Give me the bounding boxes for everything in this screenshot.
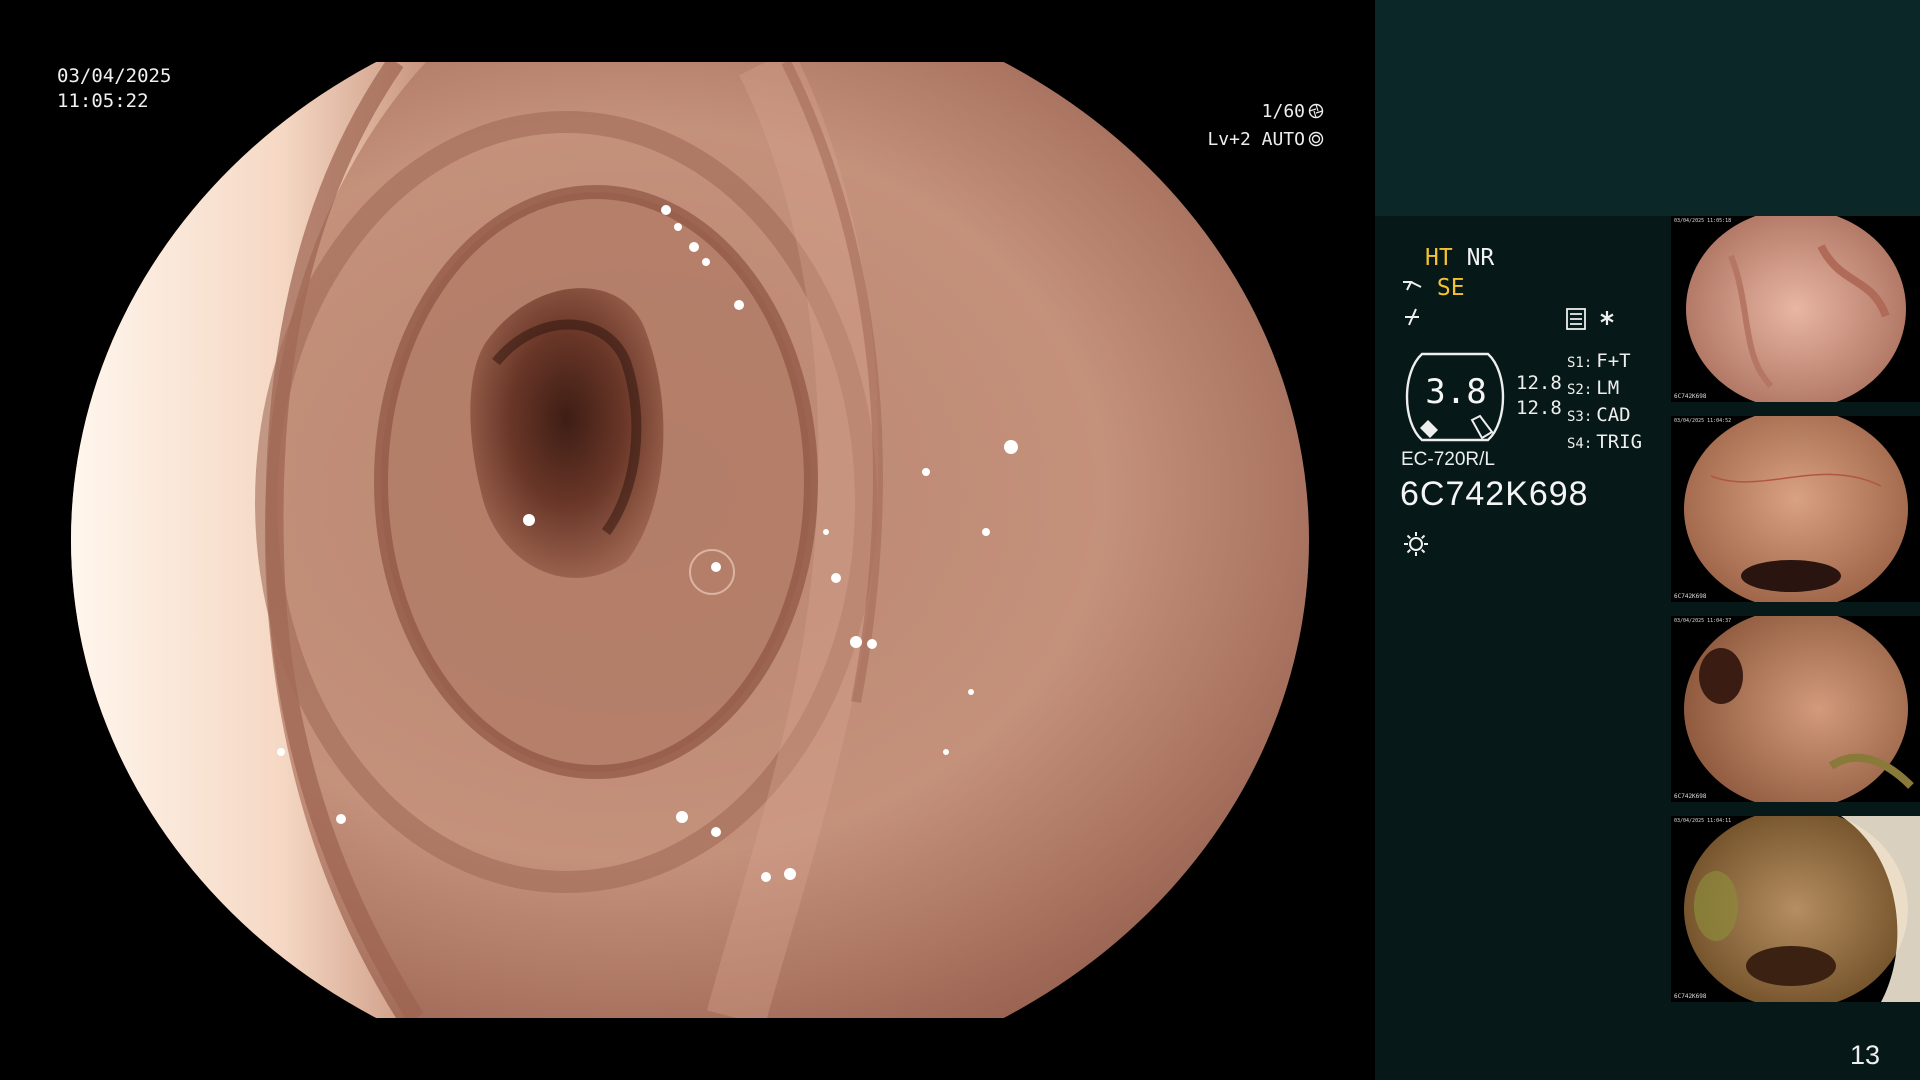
thumb-info: 03/04/2025 11:04:37 <box>1674 618 1732 624</box>
exposure-readout: 1/60 Lv+2 AUTO <box>1170 98 1324 154</box>
slot-row: S4: TRIG <box>1567 431 1643 453</box>
level-text: Lv+2 AUTO <box>1207 129 1305 150</box>
zoom-bottom: 12.8 <box>1516 397 1562 419</box>
scope-serial: 6C742K698 <box>1400 475 1589 513</box>
endoscope-live-image <box>70 62 1310 1018</box>
structure-icon <box>1401 275 1437 301</box>
capture-thumbnail[interactable]: 03/04/2025 11:04:52 6C742K698 <box>1671 416 1920 602</box>
mode-line-2: SE <box>1401 274 1465 302</box>
zoom-top: 12.8 <box>1516 372 1562 394</box>
mode-se: SE <box>1436 275 1465 301</box>
slot-row: S1: F+T <box>1567 350 1631 372</box>
asterisk-icon <box>1597 308 1617 332</box>
shutter-text: 1/60 <box>1261 101 1305 122</box>
mode-ht: HT <box>1425 245 1453 271</box>
shutter-icon <box>1308 100 1324 119</box>
mode-nr: NR <box>1466 245 1495 271</box>
thumb-id: 6C742K698 <box>1674 393 1707 400</box>
slot-row: S3: CAD <box>1567 404 1631 426</box>
thumb-id: 6C742K698 <box>1674 793 1707 800</box>
auto-iris-icon <box>1308 128 1324 147</box>
endoscopy-screen: 03/04/2025 11:05:22 1/60 Lv+2 AUTO HT NR… <box>0 0 1920 1080</box>
menu-icon <box>1566 308 1586 334</box>
panel-header-area <box>1375 0 1920 216</box>
capture-thumbnail[interactable]: 03/04/2025 11:04:37 6C742K698 <box>1671 616 1920 802</box>
zoom-readout: 12.8 12.8 <box>1516 371 1562 421</box>
slot-row: S2: LM <box>1567 377 1620 399</box>
mode-line-1: HT NR <box>1425 244 1494 272</box>
time-text: 11:05:22 <box>57 90 149 112</box>
date-text: 03/04/2025 <box>57 65 172 87</box>
thumb-id: 6C742K698 <box>1674 593 1707 600</box>
capture-thumbnail[interactable]: 03/04/2025 11:04:11 6C742K698 <box>1671 816 1920 1002</box>
switch-assignments: S1: F+T S2: LM S3: CAD S4: TRIG <box>1567 349 1642 457</box>
capture-thumbnail[interactable]: 03/04/2025 11:05:18 6C742K698 <box>1671 216 1920 402</box>
thumb-info: 03/04/2025 11:04:52 <box>1674 418 1732 424</box>
thumb-info: 03/04/2025 11:04:11 <box>1674 818 1732 824</box>
color-tone-icon <box>1402 306 1424 332</box>
page-number: 13 <box>1850 1040 1881 1070</box>
light-icon <box>1402 530 1430 562</box>
date-time-readout: 03/04/2025 11:05:22 <box>57 64 171 114</box>
scope-model: EC-720R/L <box>1401 449 1495 470</box>
gauge-value: 3.8 <box>1425 372 1487 412</box>
thumb-info: 03/04/2025 11:05:18 <box>1674 218 1732 224</box>
thumb-id: 6C742K698 <box>1674 993 1707 1000</box>
